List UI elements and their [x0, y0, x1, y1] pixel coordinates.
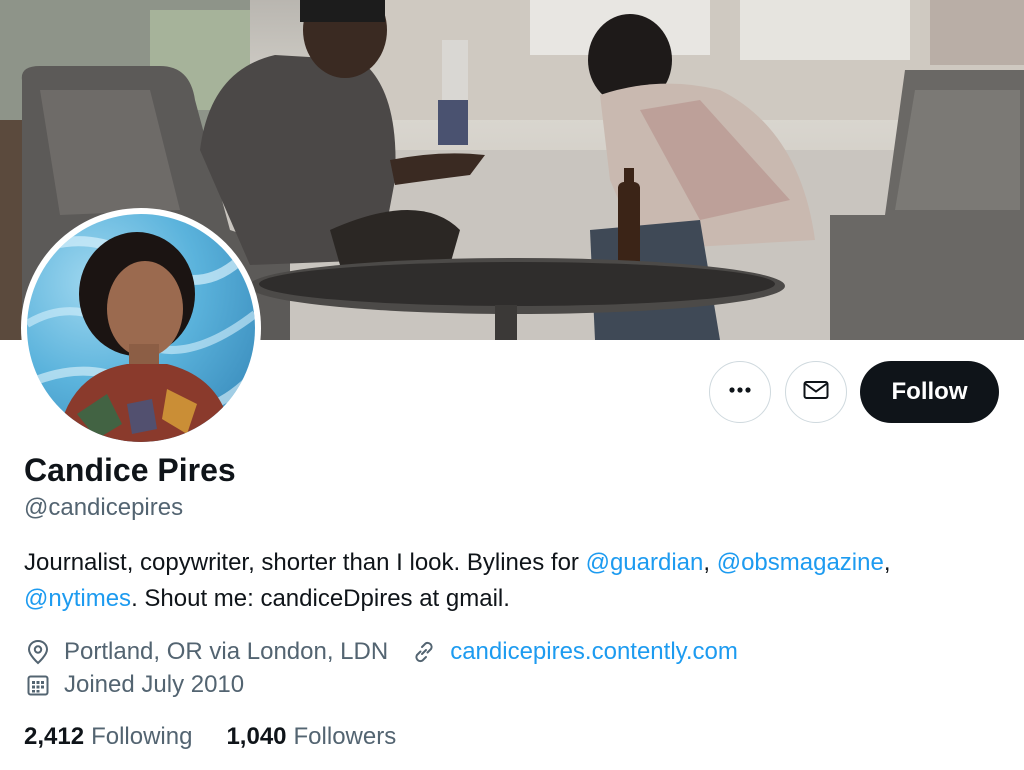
- profile-meta-row: Joined July 2010: [24, 671, 244, 699]
- bio-text: . Shout me: candiceDpires at gmail.: [131, 585, 510, 612]
- user-handle: @candicepires: [24, 494, 184, 521]
- mention-link-obsmagazine[interactable]: @obsmagazine: [717, 549, 884, 576]
- calendar-icon: [24, 671, 52, 699]
- link-icon: [410, 638, 438, 666]
- message-button[interactable]: [785, 361, 847, 423]
- follow-button[interactable]: Follow: [860, 361, 999, 423]
- bio-separator: ,: [883, 549, 891, 576]
- mention-link-nytimes[interactable]: @nytimes: [24, 585, 131, 612]
- followers-count: 1,040: [226, 723, 287, 750]
- avatar-photo: [27, 214, 255, 442]
- bio-separator: ,: [703, 549, 717, 576]
- followers-label: Followers: [293, 723, 397, 750]
- following-label: Following: [91, 723, 193, 750]
- follow-stats: 2,412 Following 1,040 Followers: [24, 723, 430, 751]
- envelope-icon: [802, 376, 830, 409]
- profile-location: Portland, OR via London, LDN: [64, 638, 389, 665]
- bio-text: Journalist, copywriter, shorter than I l…: [24, 549, 586, 576]
- followers-link[interactable]: 1,040 Followers: [226, 723, 396, 751]
- following-count: 2,412: [24, 723, 85, 750]
- profile-meta-row: Portland, OR via London, LDN candicepire…: [24, 638, 738, 666]
- location-pin-icon: [24, 638, 52, 666]
- display-name: Candice Pires: [24, 452, 236, 488]
- following-link[interactable]: 2,412 Following: [24, 723, 192, 751]
- join-date: Joined July 2010: [64, 671, 245, 698]
- more-options-button[interactable]: [709, 361, 771, 423]
- profile-website-link[interactable]: candicepires.contently.com: [450, 638, 738, 666]
- profile-avatar[interactable]: [21, 208, 261, 448]
- mention-link-guardian[interactable]: @guardian: [586, 549, 704, 576]
- profile-bio: Journalist, copywriter, shorter than I l…: [24, 545, 994, 617]
- more-horizontal-icon: [727, 377, 753, 408]
